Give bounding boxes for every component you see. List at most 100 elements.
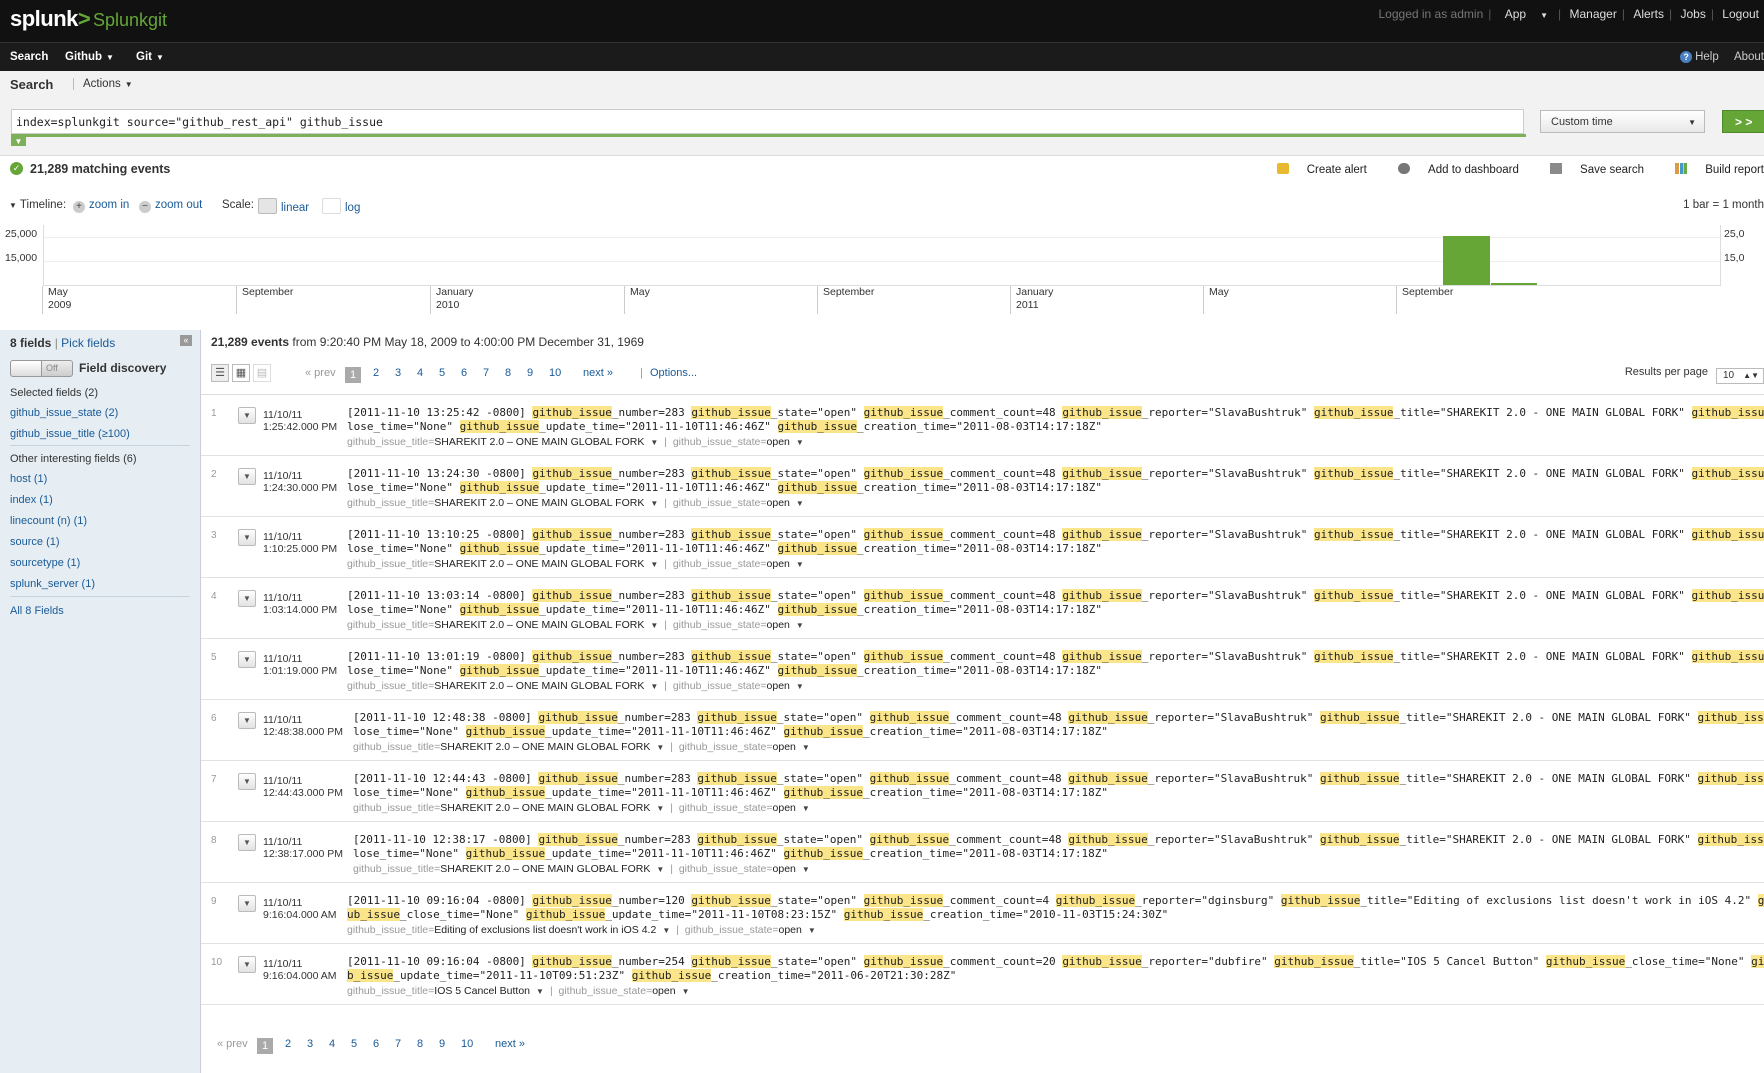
field-value-state[interactable]: open [767,497,790,509]
field-value-title[interactable]: SHAREKIT 2.0 – ONE MAIN GLOBAL FORK [440,863,650,875]
field-sourcetype[interactable]: sourcetype (1) [10,557,80,569]
page-link[interactable]: 9 [439,1038,445,1050]
timeline-toggle[interactable]: ▼ Timeline: [9,199,66,211]
next-page-link[interactable]: next » [495,1038,525,1050]
field-value-state[interactable]: open [779,924,802,936]
page-link[interactable]: 6 [461,367,467,379]
create-alert-button[interactable]: Create alert [1263,163,1367,176]
event-menu-button[interactable]: ▼ [238,468,256,485]
page-link[interactable]: 7 [483,367,489,379]
page-link[interactable]: 8 [505,367,511,379]
event-raw-text[interactable]: [2011-11-10 13:01:19 -0800] github_issue… [347,650,1764,678]
results-per-page-select[interactable]: 10 ▲▼ [1716,368,1764,384]
field-value-state[interactable]: open [773,741,796,753]
field-linecount[interactable]: linecount (n) (1) [10,515,87,527]
field-splunk-server[interactable]: splunk_server (1) [10,578,95,590]
options-link[interactable]: Options... [650,367,697,379]
list-view-icon[interactable]: ☰ [211,364,229,382]
field-value-state[interactable]: open [767,436,790,448]
scale-log-button[interactable]: log [322,198,360,214]
page-link[interactable]: 3 [307,1038,313,1050]
event-menu-button[interactable]: ▼ [238,590,256,607]
page-link[interactable]: 4 [329,1038,335,1050]
event-raw-text[interactable]: [2011-11-10 09:16:04 -0800] github_issue… [347,955,1764,983]
event-raw-text[interactable]: [2011-11-10 12:38:17 -0800] github_issue… [353,833,1764,861]
page-link[interactable]: 10 [461,1038,473,1050]
event-raw-text[interactable]: [2011-11-10 13:25:42 -0800] github_issue… [347,406,1764,434]
timeline-chart[interactable]: 25,000 15,000 25,0 15,0 May 2009 September… [0,223,1764,315]
field-value-title[interactable]: SHAREKIT 2.0 – ONE MAIN GLOBAL FORK [434,436,644,448]
field-github-issue-title[interactable]: github_issue_title (≥100) [10,428,130,440]
field-github-issue-state[interactable]: github_issue_state (2) [10,407,118,419]
field-value-title[interactable]: SHAREKIT 2.0 – ONE MAIN GLOBAL FORK [434,558,644,570]
event-menu-button[interactable]: ▼ [238,956,256,973]
page-link[interactable]: 7 [395,1038,401,1050]
field-value-title[interactable]: SHAREKIT 2.0 – ONE MAIN GLOBAL FORK [434,497,644,509]
table-view-icon[interactable]: ▦ [232,364,250,382]
search-input[interactable]: index=splunkgit source="github_rest_api"… [11,109,1524,134]
field-value-title[interactable]: Editing of exclusions list doesn't work … [434,924,656,936]
manager-link[interactable]: Manager [1564,7,1621,21]
timeline-bar[interactable] [1443,236,1490,285]
field-value-title[interactable]: SHAREKIT 2.0 – ONE MAIN GLOBAL FORK [440,741,650,753]
page-link[interactable]: 4 [417,367,423,379]
event-menu-button[interactable]: ▼ [238,651,256,668]
field-value-state[interactable]: open [767,558,790,570]
field-value-state[interactable]: open [652,985,675,997]
zoom-out-button[interactable]: − zoom out [139,199,202,213]
search-assistant-toggle[interactable]: ▼ [11,137,26,146]
page-link[interactable]: 5 [439,367,445,379]
event-raw-text[interactable]: [2011-11-10 13:03:14 -0800] github_issue… [347,589,1764,617]
event-menu-button[interactable]: ▼ [238,529,256,546]
help-link[interactable]: ? Help [1680,51,1719,63]
field-value-title[interactable]: SHAREKIT 2.0 – ONE MAIN GLOBAL FORK [434,680,644,692]
field-index[interactable]: index (1) [10,494,53,506]
page-link[interactable]: 2 [285,1038,291,1050]
event-menu-button[interactable]: ▼ [238,895,256,912]
event-raw-text[interactable]: [2011-11-10 12:48:38 -0800] github_issue… [353,711,1764,739]
zoom-in-button[interactable]: + zoom in [73,199,129,213]
page-link[interactable]: 9 [527,367,533,379]
collapse-sidebar-icon[interactable]: « [180,335,192,346]
raw-view-icon[interactable]: ▤ [253,364,271,382]
actions-menu[interactable]: Actions ▼ [73,78,133,90]
nav-github[interactable]: Github ▼ [65,51,114,63]
field-value-state[interactable]: open [767,619,790,631]
field-value-state[interactable]: open [767,680,790,692]
event-raw-text[interactable]: [2011-11-10 13:24:30 -0800] github_issue… [347,467,1764,495]
field-value-title[interactable]: IOS 5 Cancel Button [434,985,530,997]
event-menu-button[interactable]: ▼ [238,407,256,424]
field-discovery-toggle[interactable]: Off [10,360,73,377]
event-raw-text[interactable]: [2011-11-10 09:16:04 -0800] github_issue… [347,894,1764,922]
scale-linear-button[interactable]: linear [258,198,309,214]
time-range-picker[interactable]: Custom time ▼ [1540,110,1705,133]
event-raw-text[interactable]: [2011-11-10 13:10:25 -0800] github_issue… [347,528,1764,556]
save-search-button[interactable]: Save search [1536,163,1644,176]
event-menu-button[interactable]: ▼ [238,834,256,851]
page-link[interactable]: 3 [395,367,401,379]
all-fields-link[interactable]: All 8 Fields [10,605,64,617]
nav-git[interactable]: Git ▼ [136,51,164,63]
field-value-state[interactable]: open [773,863,796,875]
nav-search[interactable]: Search [10,51,48,63]
about-link[interactable]: About [1734,51,1764,63]
event-menu-button[interactable]: ▼ [238,773,256,790]
event-raw-text[interactable]: [2011-11-10 12:44:43 -0800] github_issue… [353,772,1764,800]
alerts-link[interactable]: Alerts [1628,7,1669,21]
page-link[interactable]: 8 [417,1038,423,1050]
page-link[interactable]: 2 [373,367,379,379]
app-menu[interactable]: App ▼ [1495,7,1558,21]
field-value-title[interactable]: SHAREKIT 2.0 – ONE MAIN GLOBAL FORK [434,619,644,631]
timeline-bar[interactable] [1491,283,1537,285]
splunk-logo[interactable]: splunk> [10,6,91,32]
field-source[interactable]: source (1) [10,536,60,548]
page-link[interactable]: 5 [351,1038,357,1050]
page-link[interactable]: 6 [373,1038,379,1050]
add-to-dashboard-button[interactable]: Add to dashboard [1384,163,1519,176]
build-report-button[interactable]: Build report [1661,163,1764,176]
field-value-state[interactable]: open [773,802,796,814]
field-host[interactable]: host (1) [10,473,47,485]
next-page-link[interactable]: next » [583,367,613,379]
jobs-link[interactable]: Jobs [1675,7,1710,21]
field-value-title[interactable]: SHAREKIT 2.0 – ONE MAIN GLOBAL FORK [440,802,650,814]
